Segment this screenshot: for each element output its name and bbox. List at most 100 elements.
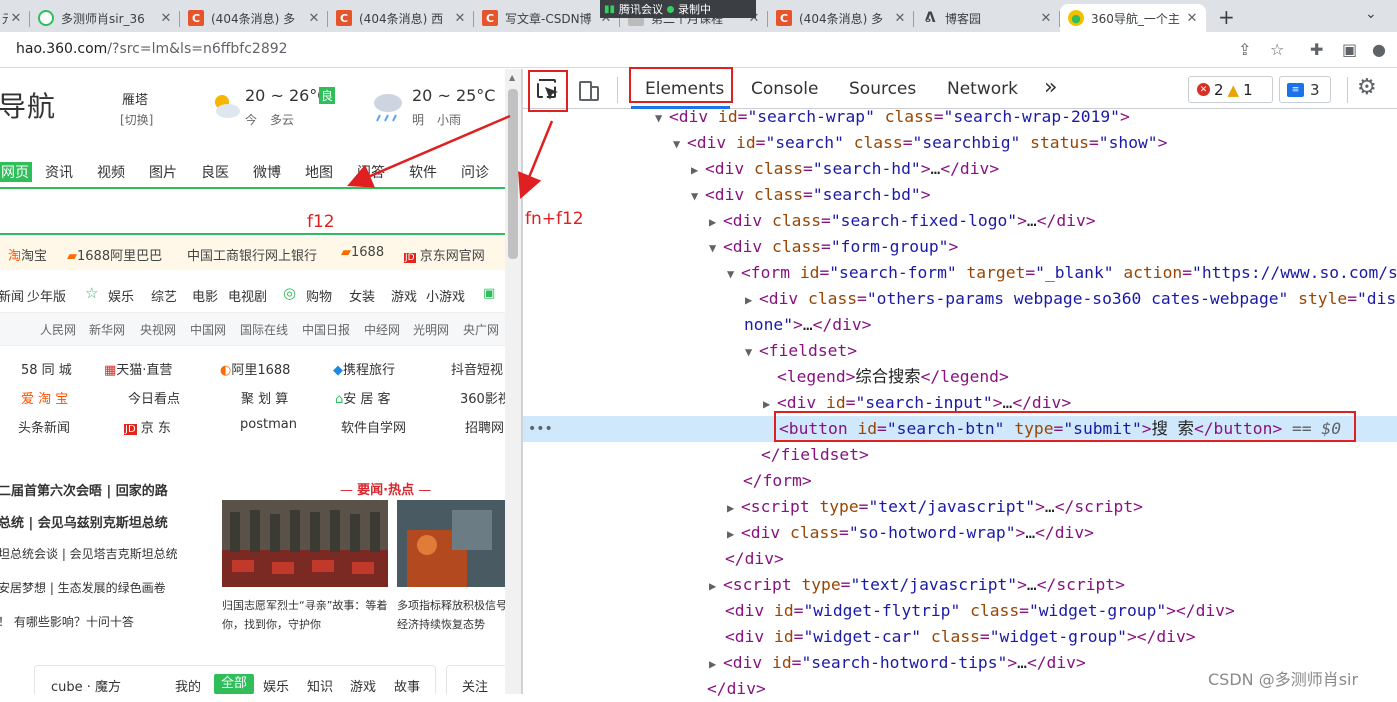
news-link[interactable]: 二届首第六次会晤 | 回家的路 bbox=[0, 480, 168, 499]
dom-node[interactable]: ▶ <div class="so-hotword-wrap">…</div> bbox=[523, 520, 1397, 546]
taobao-link[interactable]: 淘淘宝 bbox=[8, 245, 47, 264]
close-icon[interactable]: ✕ bbox=[8, 11, 24, 26]
issues-badge[interactable]: ✕ 2 ▲ 1 bbox=[1188, 76, 1273, 103]
site-link[interactable]: 招聘网 bbox=[465, 417, 504, 436]
profile-icon[interactable]: ● bbox=[1372, 40, 1386, 59]
nav-item[interactable]: 图片 bbox=[149, 162, 177, 182]
close-icon[interactable]: ✕ bbox=[1184, 11, 1200, 26]
site-logo[interactable]: 导航 bbox=[0, 85, 56, 125]
site-link[interactable]: ⌂安 居 客 bbox=[335, 388, 391, 407]
device-toolbar-icon[interactable] bbox=[577, 78, 601, 102]
media-link[interactable]: 新华网 bbox=[89, 321, 125, 338]
media-link[interactable]: 光明网 bbox=[413, 321, 449, 338]
media-link[interactable]: 央广网 bbox=[463, 321, 499, 338]
photo-caption[interactable]: 多项指标释放积极信号 经济持续恢复态势 bbox=[397, 596, 505, 636]
browser-tab[interactable]: ᕕ 博客园 ✕ bbox=[914, 4, 1060, 32]
category-item[interactable]: 游戏 bbox=[391, 286, 417, 305]
nav-item[interactable]: 视频 bbox=[97, 162, 125, 182]
dom-node[interactable]: </fieldset> bbox=[523, 442, 1397, 468]
nav-item[interactable]: 问诊 bbox=[461, 162, 489, 182]
cube-all-tab[interactable]: 全部 bbox=[214, 674, 254, 694]
category-item[interactable]: 新闻 bbox=[0, 286, 24, 305]
tab-network[interactable]: Network bbox=[947, 79, 1018, 99]
dom-node[interactable]: </div> bbox=[523, 546, 1397, 572]
news-link[interactable]: ！ 有哪些影响？十问十答 bbox=[0, 613, 134, 630]
news-link[interactable]: 坦总统会谈 | 会见塔吉克斯坦总统 bbox=[0, 545, 178, 562]
photo-caption[interactable]: 归国志愿军烈士“寻亲”故事：等着你，找到你，守护你 bbox=[222, 596, 390, 634]
nav-item[interactable]: 资讯 bbox=[45, 162, 73, 182]
browser-tab[interactable]: 多测师肖sir_36 ✕ bbox=[30, 4, 180, 32]
dom-node[interactable]: ▼ <div id="search-wrap" class="search-wra… bbox=[523, 104, 1397, 130]
close-icon[interactable]: ✕ bbox=[158, 11, 174, 26]
category-item[interactable]: 小游戏 bbox=[426, 286, 465, 305]
jd-link[interactable]: JD 京东网官网 bbox=[404, 245, 485, 264]
dom-node[interactable]: ▶ <script type="text/javascript">…</scrip… bbox=[523, 494, 1397, 520]
news-photo[interactable] bbox=[222, 500, 388, 587]
alibaba-link[interactable]: ▰1688 bbox=[341, 245, 384, 260]
news-link[interactable]: 总统 | 会见乌兹别克斯坦总统 bbox=[0, 512, 168, 531]
media-link[interactable]: 国际在线 bbox=[240, 321, 288, 338]
dom-node[interactable]: ▼ <div id="search" class="searchbig" stat… bbox=[523, 130, 1397, 156]
chevron-down-icon[interactable]: ⌄ bbox=[1365, 6, 1377, 22]
site-link[interactable]: 今日看点 bbox=[128, 388, 180, 407]
nav-item[interactable]: 问答 bbox=[357, 162, 385, 182]
star-icon[interactable]: ☆ bbox=[1270, 40, 1284, 59]
category-item[interactable]: 购物 bbox=[306, 286, 332, 305]
close-icon[interactable]: ✕ bbox=[1038, 11, 1054, 26]
more-tabs-icon[interactable]: » bbox=[1044, 75, 1057, 100]
site-link[interactable]: 58 同 城 bbox=[21, 359, 72, 378]
site-link[interactable]: ◆携程旅行 bbox=[333, 359, 395, 378]
url-field[interactable]: hao.360.com/?src=lm&ls=n6ffbfc2892 bbox=[16, 41, 288, 57]
page-scrollbar[interactable]: ▲ bbox=[505, 69, 521, 694]
category-item[interactable]: 少年版 bbox=[27, 286, 66, 305]
category-item[interactable]: 电影 bbox=[192, 286, 218, 305]
site-link[interactable]: 360影视 bbox=[460, 388, 505, 407]
media-link[interactable]: 中经网 bbox=[364, 321, 400, 338]
weather-switch-link[interactable]: [切换] bbox=[120, 111, 153, 128]
nav-item[interactable]: 软件 bbox=[409, 162, 437, 182]
cube-tab[interactable]: 娱乐 bbox=[263, 676, 289, 694]
dom-node[interactable]: ▼ <fieldset> bbox=[523, 338, 1397, 364]
site-link[interactable]: JD 京 东 bbox=[124, 417, 171, 436]
cube-tab[interactable]: 知识 bbox=[307, 676, 333, 694]
dom-node[interactable]: <div id="widget-flytrip" class="widget-g… bbox=[523, 598, 1397, 624]
site-link[interactable]: postman bbox=[240, 417, 297, 432]
news-photo[interactable] bbox=[397, 500, 505, 587]
category-item[interactable]: 综艺 bbox=[151, 286, 177, 305]
cube-tab[interactable]: 故事 bbox=[394, 676, 420, 694]
browser-tab[interactable]: C (404条消息) 多 ✕ bbox=[180, 4, 328, 32]
dom-node[interactable]: ▶ <script type="text/javascript">…</scrip… bbox=[523, 572, 1397, 598]
dom-node[interactable]: ▶ <div class="search-fixed-logo">…</div> bbox=[523, 208, 1397, 234]
tab-sources[interactable]: Sources bbox=[849, 79, 916, 99]
share-icon[interactable]: ⇪ bbox=[1238, 40, 1251, 59]
search-input[interactable] bbox=[0, 189, 505, 235]
scrollbar-thumb[interactable] bbox=[508, 89, 518, 259]
dom-node[interactable]: <div id="widget-car" class="widget-group… bbox=[523, 624, 1397, 650]
browser-tab[interactable]: C (404条消息) 多 ✕ bbox=[768, 4, 914, 32]
category-item[interactable]: 娱乐 bbox=[108, 286, 134, 305]
dom-node[interactable]: ▶ <div class="search-hd">…</div> bbox=[523, 156, 1397, 182]
nav-webpage[interactable]: 网页 bbox=[0, 162, 32, 182]
cube-tab[interactable]: 游戏 bbox=[350, 676, 376, 694]
browser-tab[interactable]: C 写文章-CSDN博 ✕ bbox=[474, 4, 620, 32]
cube-mine[interactable]: 我的 bbox=[175, 676, 201, 694]
dom-tree[interactable]: ▼ <div id="search-wrap" class="search-wra… bbox=[523, 107, 1397, 698]
nav-item[interactable]: 微博 bbox=[253, 162, 281, 182]
site-link[interactable]: 抖音短视 bbox=[451, 359, 503, 378]
category-item[interactable]: 女装 bbox=[349, 286, 375, 305]
site-link[interactable]: 爱 淘 宝 bbox=[21, 388, 68, 407]
new-tab-icon[interactable]: + bbox=[1218, 5, 1235, 29]
close-icon[interactable]: ✕ bbox=[306, 11, 322, 26]
dom-node[interactable]: ▶ <div class="others-params webpage-so360… bbox=[523, 286, 1397, 312]
site-link[interactable]: 软件自学网 bbox=[341, 417, 406, 436]
news-link[interactable]: 安居梦想 | 生态发展的绿色画卷 bbox=[0, 579, 166, 596]
dom-node[interactable]: ▼ <div class="search-bd"> bbox=[523, 182, 1397, 208]
browser-tab[interactable]: C (404条消息) 西 ✕ bbox=[328, 4, 474, 32]
close-icon[interactable]: ✕ bbox=[892, 11, 908, 26]
messages-badge[interactable]: ≡ 3 bbox=[1279, 76, 1331, 103]
browser-tab[interactable]: 元 ✕ bbox=[0, 4, 30, 32]
icbc-link[interactable]: 中国工商银行网上银行 bbox=[187, 245, 317, 264]
more-options-icon[interactable]: ••• bbox=[528, 416, 553, 442]
gear-icon[interactable]: ⚙ bbox=[1357, 75, 1377, 100]
scroll-up-icon[interactable]: ▲ bbox=[509, 73, 515, 82]
